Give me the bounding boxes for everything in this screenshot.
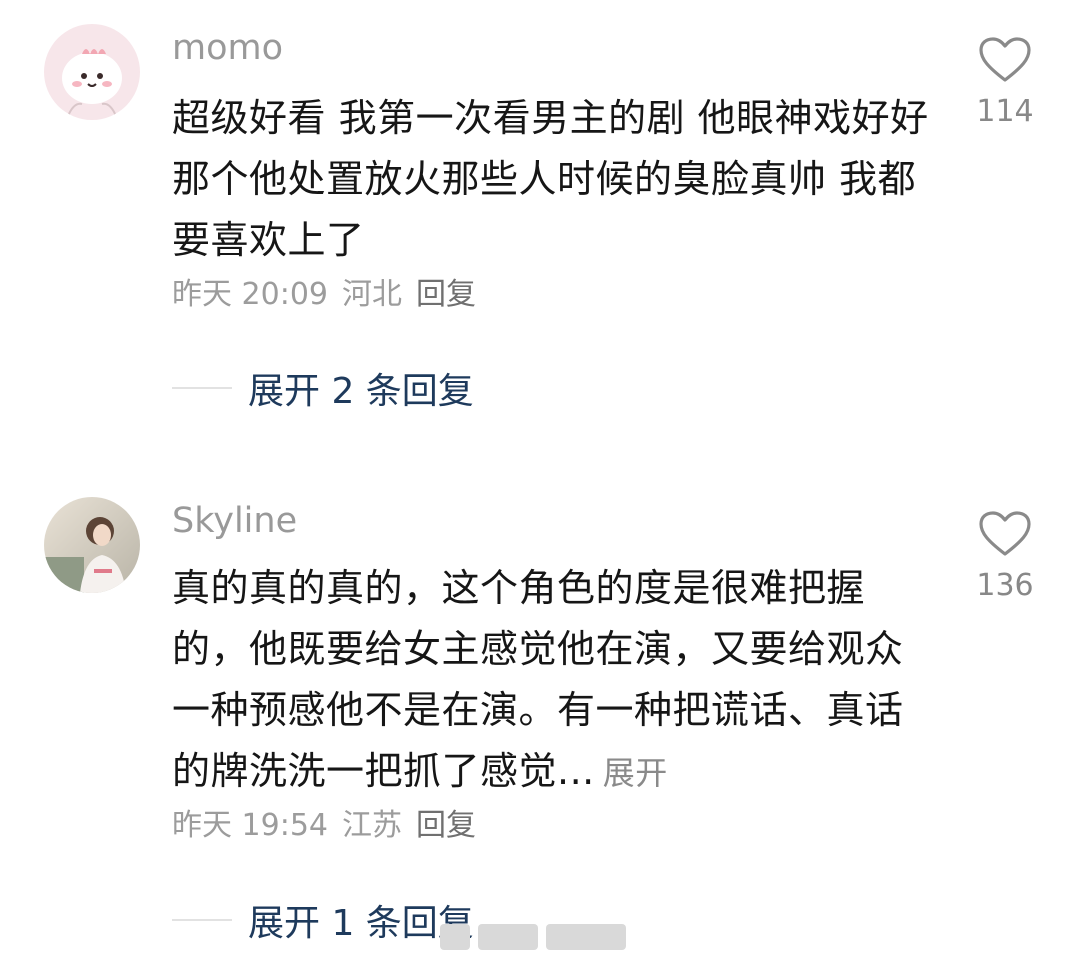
username[interactable]: momo <box>172 26 283 70</box>
expand-text-button[interactable]: 展开 <box>603 754 668 792</box>
comment-text-body: 真的真的真的，这个角色的度是很难把握的，他既要给女主感觉他在演，又要给观众一种预… <box>172 566 904 793</box>
comment-meta: 昨天 19:54 江苏 回复 <box>172 806 490 846</box>
watermark-block <box>440 924 470 950</box>
like-button[interactable]: 136 <box>960 510 1050 604</box>
cartoon-avatar-icon <box>44 24 140 120</box>
like-button[interactable]: 114 <box>960 36 1050 130</box>
photo-avatar-icon <box>44 497 140 593</box>
like-count: 136 <box>976 568 1034 603</box>
avatar[interactable] <box>44 24 140 120</box>
comment-time: 昨天 19:54 <box>172 808 328 843</box>
like-count: 114 <box>976 94 1034 129</box>
reply-divider <box>172 919 232 921</box>
heart-outline-icon <box>979 37 1031 82</box>
reply-divider <box>172 387 232 389</box>
avatar[interactable] <box>44 497 140 593</box>
comment-text[interactable]: 超级好看 我第一次看男主的剧 他眼神戏好好 那个他处置放火那些人时候的臭脸真帅 … <box>172 88 932 271</box>
reply-button[interactable]: 回复 <box>416 808 476 843</box>
reply-button[interactable]: 回复 <box>416 277 476 312</box>
expand-replies-button[interactable]: 展开 1 条回复 <box>172 894 474 946</box>
expand-replies-label: 展开 2 条回复 <box>248 371 474 412</box>
comment-meta: 昨天 20:09 河北 回复 <box>172 275 490 315</box>
heart-outline-icon <box>979 511 1031 556</box>
comment-location: 河北 <box>342 277 402 312</box>
watermark-block <box>478 924 538 950</box>
watermark <box>440 920 630 954</box>
comment-text-body: 超级好看 我第一次看男主的剧 他眼神戏好好 那个他处置放火那些人时候的臭脸真帅 … <box>172 96 929 262</box>
username[interactable]: Skyline <box>172 499 297 543</box>
comment-location: 江苏 <box>342 808 402 843</box>
expand-replies-button[interactable]: 展开 2 条回复 <box>172 362 474 414</box>
watermark-block <box>546 924 626 950</box>
comment-text[interactable]: 真的真的真的，这个角色的度是很难把握的，他既要给女主感觉他在演，又要给观众一种预… <box>172 558 932 804</box>
comment-time: 昨天 20:09 <box>172 277 328 312</box>
